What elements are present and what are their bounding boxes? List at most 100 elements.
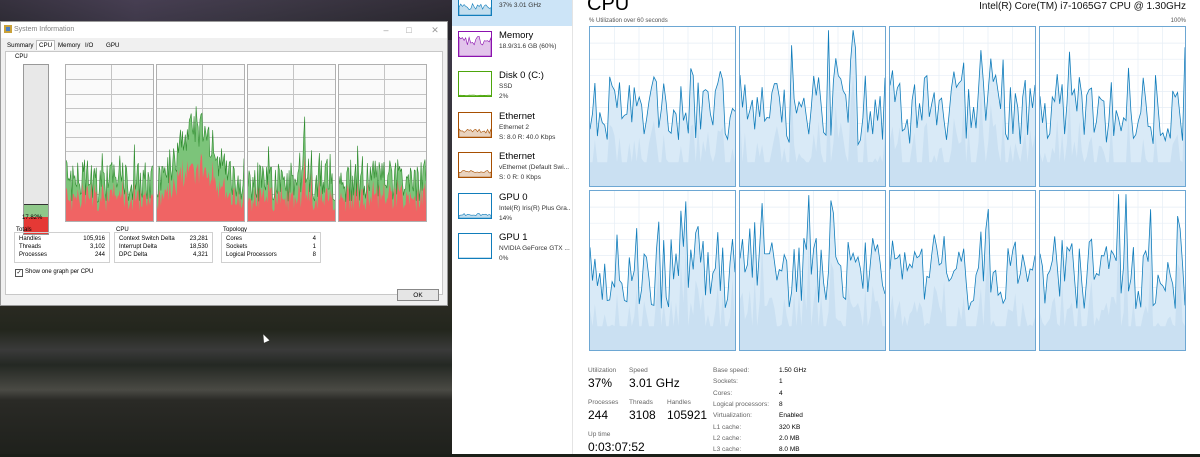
threads-value: 3108 [629, 408, 656, 422]
minimize-icon[interactable]: – [379, 24, 393, 36]
topology-value: 8 [312, 252, 316, 258]
sidebar-item-gpu-1[interactable]: GPU 1 NVIDIA GeForce GTX ... 0% [452, 229, 572, 269]
logical-processor-graphs[interactable] [589, 26, 1186, 352]
tab-memory[interactable]: Memory [56, 41, 82, 50]
sidebar-item-ethernet[interactable]: Ethernet vEthernet (Default Swi... S: 0 R:… [452, 148, 572, 188]
sidebar-thumbnail-area [458, 212, 492, 218]
cpu-usage-marker [24, 204, 48, 205]
sidebar-thumbnail-plot [458, 94, 492, 97]
titlebar[interactable]: System Information – □ ✕ [1, 22, 447, 38]
logical-processor-plot [1040, 191, 1185, 350]
cpu-model-name: Intel(R) Core(TM) i7-1065G7 CPU @ 1.30GH… [979, 1, 1186, 12]
totals-value: 105,916 [83, 236, 105, 242]
sidebar-item-name: Ethernet [499, 110, 535, 122]
sidebar-item-name: GPU 1 [499, 232, 528, 243]
cpu-value: 4,321 [192, 252, 208, 258]
sidebar-item-name: Ethernet [499, 151, 535, 162]
logical-processor-graph [889, 190, 1036, 351]
spec-value: 8 [779, 400, 783, 408]
spec-value: 1.50 GHz [779, 367, 807, 374]
tab-io[interactable]: I/O [83, 41, 95, 50]
graph-caption: % Utilization over 60 seconds [589, 18, 668, 24]
processes-value: 244 [588, 408, 609, 422]
sidebar-thumbnail-area [458, 94, 492, 97]
sidebar-item-detail: NVIDIA GeForce GTX ... [499, 245, 570, 252]
sidebar-item-memory[interactable]: Memory 18.9/31.6 GB (60%) [452, 27, 572, 67]
tab-summary[interactable]: Summary [5, 41, 35, 50]
spec-row: Logical processors: 8 [713, 401, 933, 412]
logical-processor-plot [740, 27, 885, 186]
ok-button[interactable]: OK [397, 289, 439, 301]
threads-label: Threads [629, 399, 653, 406]
sidebar-thumbnail-plot [458, 35, 492, 56]
logical-processor-graph [1039, 190, 1186, 351]
sidebar-item-detail: vEthernet (Default Swi... [499, 164, 570, 171]
cpu-key: Interrupt Delta [119, 244, 158, 250]
spec-row: Cores: 4 [713, 390, 933, 401]
sidebar-item-gpu-0[interactable]: GPU 0 Intel(R) Iris(R) Plus Gra... 14% [452, 189, 572, 229]
sidebar-thumbnail-plot [458, 212, 492, 218]
processes-label: Processes [588, 399, 619, 406]
totals-key: Handles [19, 236, 42, 242]
spec-value: 4 [779, 389, 783, 397]
page-title: CPU [587, 0, 630, 15]
sidebar-thumbnail-area [458, 35, 492, 56]
sidebar-item-cpu[interactable]: CPU37% 3.01 GHz [452, 0, 572, 26]
performance-sidebar: CPU37% 3.01 GHzMemory18.9/31.6 GB (60%)D… [452, 0, 573, 454]
totals-section: Totals Handles 105,916 Threads 3,102 Proce… [14, 227, 110, 263]
cpu-row: DPC Delta 4,321 [119, 252, 208, 260]
topology-section: Topology Cores 4 Sockets 1 Logical Process… [221, 227, 321, 263]
speed-label: Speed [629, 367, 648, 374]
sidebar-thumbnail-graph [458, 111, 492, 138]
handles-value: 105921 [667, 408, 708, 422]
logical-processor-graph [1039, 26, 1186, 187]
cpu-usage-bar [23, 64, 49, 235]
handles-stat: Handles 105921 [667, 399, 707, 422]
logical-processor-plot [590, 27, 735, 186]
cpu-section: CPU Context Switch Delta 23,281 Interrupt… [114, 227, 213, 263]
cpu-key: Context Switch Delta [119, 236, 175, 242]
uptime-value: 0:03:07:52 [588, 440, 645, 454]
sidebar-thumbnail-graph [458, 30, 492, 57]
close-icon[interactable]: ✕ [428, 24, 442, 36]
spec-key: Virtualization: [713, 412, 752, 420]
sidebar-item-detail: Ethernet 2 [499, 123, 529, 131]
spec-row: Base speed: 1.50 GHz [713, 367, 933, 378]
logical-processor-graph [739, 26, 886, 187]
cpu-history-graph [156, 64, 245, 222]
sidebar-thumbnail-graph [458, 71, 492, 97]
uptime-stat: Up time 0:03:07:52 [588, 431, 645, 454]
cpu-history-plot [157, 106, 244, 221]
sidebar-item-name: GPU 0 [499, 191, 528, 203]
sidebar-item-ethernet[interactable]: Ethernet Ethernet 2 S: 8.0 R: 40.0 Kbps [452, 108, 572, 148]
logical-processor-graph [589, 190, 736, 351]
spec-row: Sockets: 1 [713, 378, 933, 389]
totals-row: Handles 105,916 [19, 236, 105, 244]
spec-row: Virtualization: Enabled [713, 412, 933, 423]
logical-processor-plot [740, 191, 885, 350]
utilization-label: Utilization [588, 367, 617, 374]
totals-value: 244 [94, 252, 105, 258]
sidebar-thumbnail-plot [458, 127, 492, 137]
cpu-history-plot [339, 145, 426, 221]
maximize-icon[interactable]: □ [402, 24, 416, 36]
sidebar-item-detail: Intel(R) Iris(R) Plus Gra... [499, 204, 571, 212]
tab-gpu[interactable]: GPU [104, 41, 121, 50]
spec-key: L2 cache: [713, 434, 742, 442]
handles-label: Handles [667, 399, 691, 406]
cpu-history-graphs [65, 64, 429, 222]
cpu-history-plot [66, 144, 153, 221]
sidebar-thumbnail-graph [458, 0, 492, 16]
sidebar-item-value: S: 8.0 R: 40.0 Kbps [499, 133, 556, 141]
topology-row: Sockets 1 [226, 244, 316, 252]
utilization-stat: Utilization 37% [588, 367, 616, 390]
speed-stat: Speed 3.01 GHz [629, 367, 680, 390]
checkbox-checked-icon[interactable]: ✓ [15, 269, 23, 277]
sidebar-thumbnail-plot [458, 170, 492, 178]
sidebar-item-disk-0-c-[interactable]: Disk 0 (C:) SSD 2% [452, 67, 572, 107]
logical-processor-plot [890, 191, 1035, 350]
tab-cpu[interactable]: CPU [36, 40, 56, 50]
spec-key: Cores: [713, 389, 733, 397]
topology-value: 1 [312, 244, 316, 250]
sidebar-item-detail: SSD [499, 83, 513, 90]
